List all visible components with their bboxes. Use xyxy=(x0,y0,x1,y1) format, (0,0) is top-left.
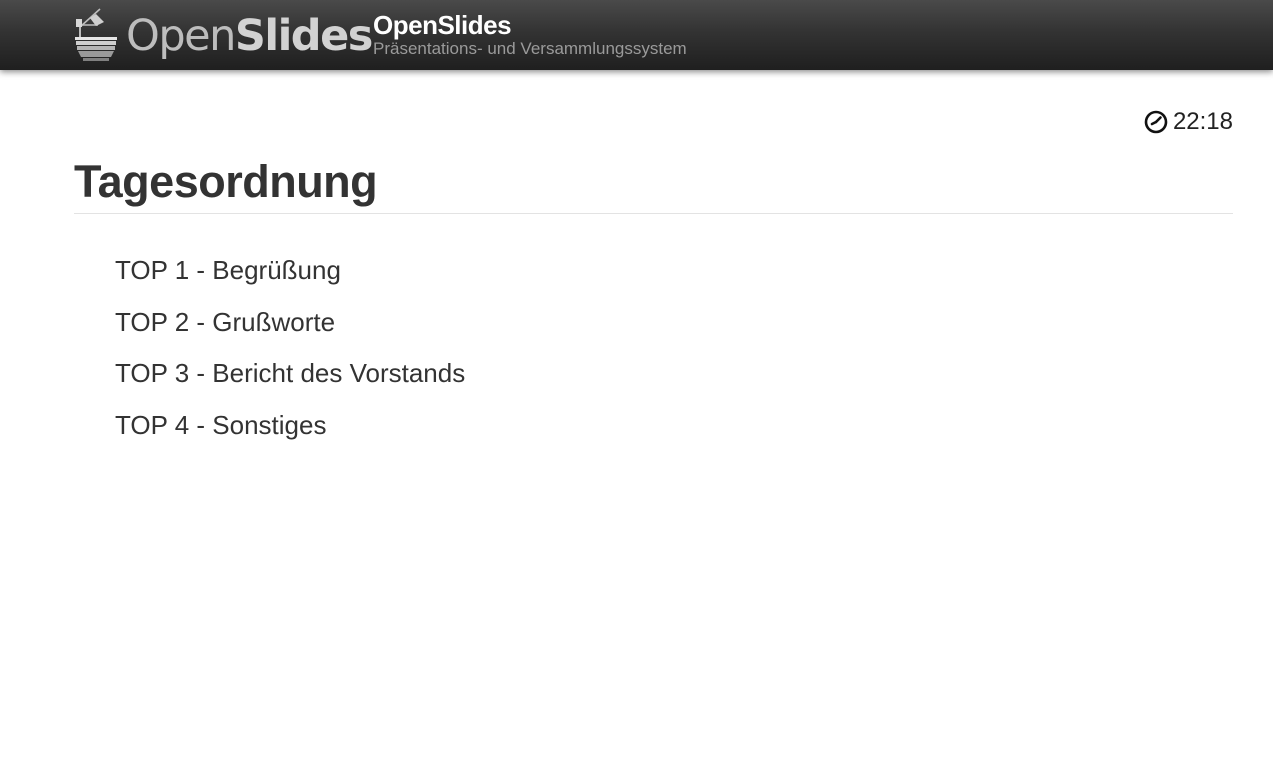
clock-icon xyxy=(1144,110,1168,134)
openslides-logo[interactable]: OpenSlides xyxy=(74,3,373,65)
projector-logo-icon xyxy=(75,8,117,61)
app-title: OpenSlides xyxy=(373,10,512,40)
agenda-list: TOP 1 - Begrüßung TOP 2 - Grußworte TOP … xyxy=(115,252,465,458)
agenda-item: TOP 1 - Begrüßung xyxy=(115,255,341,285)
page-title: Tagesordnung xyxy=(74,156,378,207)
agenda-item: TOP 2 - Grußworte xyxy=(115,306,336,337)
title-divider xyxy=(74,213,1233,214)
logo-wordmark: OpenSlides xyxy=(126,14,373,58)
logo-text-open: Open xyxy=(126,10,236,61)
agenda-item: TOP 3 - Bericht des Vorstands xyxy=(115,358,466,389)
app-subtitle: Präsentations- und Versammlungssystem xyxy=(373,39,687,58)
clock-time: 22:18 xyxy=(1172,108,1233,135)
projector-clock: 22:18 xyxy=(1144,108,1233,136)
header-bar: OpenSlides OpenSlides Präsentations- und… xyxy=(0,0,1273,70)
logo-text-slides: Slides xyxy=(234,10,374,61)
agenda-item: TOP 4 - Sonstiges xyxy=(115,409,327,440)
